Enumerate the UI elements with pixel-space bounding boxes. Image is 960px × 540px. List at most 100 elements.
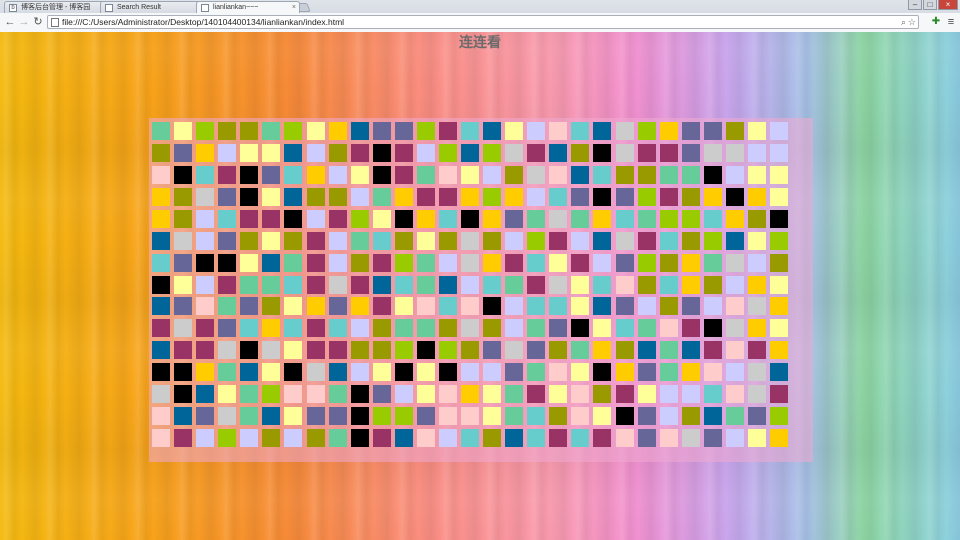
game-tile[interactable] <box>394 231 413 250</box>
game-tile[interactable] <box>659 297 678 316</box>
game-tile[interactable] <box>725 165 744 184</box>
game-tile[interactable] <box>306 275 325 294</box>
game-tile[interactable] <box>483 275 502 294</box>
game-tile[interactable] <box>527 209 546 228</box>
game-tile[interactable] <box>152 297 170 316</box>
tab-close-icon[interactable]: × <box>292 2 296 13</box>
game-tile[interactable] <box>218 275 237 294</box>
game-tile[interactable] <box>306 143 325 162</box>
game-tile[interactable] <box>637 165 656 184</box>
game-tile[interactable] <box>747 275 766 294</box>
game-tile[interactable] <box>571 297 590 316</box>
game-tile[interactable] <box>637 385 656 404</box>
game-tile[interactable] <box>218 253 237 272</box>
game-tile[interactable] <box>593 231 612 250</box>
game-tile[interactable] <box>770 407 788 426</box>
game-tile[interactable] <box>483 385 502 404</box>
game-tile[interactable] <box>527 187 546 206</box>
puzzle-icon[interactable]: ✚ <box>930 16 942 28</box>
game-tile[interactable] <box>505 407 524 426</box>
game-tile[interactable] <box>593 253 612 272</box>
game-tile[interactable] <box>438 385 457 404</box>
game-tile[interactable] <box>770 297 788 316</box>
game-tile[interactable] <box>152 122 170 140</box>
game-tile[interactable] <box>372 275 391 294</box>
game-tile[interactable] <box>659 187 678 206</box>
game-tile[interactable] <box>725 231 744 250</box>
game-tile[interactable] <box>350 275 369 294</box>
game-tile[interactable] <box>218 165 237 184</box>
game-tile[interactable] <box>615 275 634 294</box>
game-tile[interactable] <box>483 407 502 426</box>
game-tile[interactable] <box>549 407 568 426</box>
game-tile[interactable] <box>681 253 700 272</box>
game-tile[interactable] <box>372 319 391 338</box>
game-tile[interactable] <box>527 122 546 140</box>
game-tile[interactable] <box>372 363 391 382</box>
game-tile[interactable] <box>725 122 744 140</box>
game-tile[interactable] <box>328 165 347 184</box>
game-tile[interactable] <box>549 385 568 404</box>
game-tile[interactable] <box>659 275 678 294</box>
game-tile[interactable] <box>394 209 413 228</box>
game-tile[interactable] <box>659 209 678 228</box>
game-tile[interactable] <box>770 187 788 206</box>
game-tile[interactable] <box>659 253 678 272</box>
game-tile[interactable] <box>549 122 568 140</box>
game-tile[interactable] <box>615 297 634 316</box>
game-tile[interactable] <box>703 165 722 184</box>
game-tile[interactable] <box>571 385 590 404</box>
game-tile[interactable] <box>747 407 766 426</box>
game-tile[interactable] <box>394 165 413 184</box>
game-tile[interactable] <box>416 253 435 272</box>
game-tile[interactable] <box>416 231 435 250</box>
game-tile[interactable] <box>350 363 369 382</box>
game-tile[interactable] <box>483 209 502 228</box>
game-tile[interactable] <box>152 407 170 426</box>
game-tile[interactable] <box>549 165 568 184</box>
game-tile[interactable] <box>770 209 788 228</box>
game-tile[interactable] <box>593 187 612 206</box>
game-tile[interactable] <box>350 122 369 140</box>
game-tile[interactable] <box>394 429 413 447</box>
game-tile[interactable] <box>174 319 193 338</box>
game-tile[interactable] <box>218 297 237 316</box>
game-tile[interactable] <box>505 122 524 140</box>
game-tile[interactable] <box>747 297 766 316</box>
game-tile[interactable] <box>681 231 700 250</box>
game-tile[interactable] <box>328 143 347 162</box>
game-tile[interactable] <box>174 143 193 162</box>
game-tile[interactable] <box>438 143 457 162</box>
game-tile[interactable] <box>218 187 237 206</box>
game-tile[interactable] <box>306 209 325 228</box>
game-tile[interactable] <box>328 429 347 447</box>
game-tile[interactable] <box>262 231 281 250</box>
game-tile[interactable] <box>770 122 788 140</box>
game-tile[interactable] <box>262 407 281 426</box>
game-tile[interactable] <box>174 231 193 250</box>
game-tile[interactable] <box>438 275 457 294</box>
game-tile[interactable] <box>615 363 634 382</box>
game-tile[interactable] <box>196 363 215 382</box>
game-tile[interactable] <box>681 319 700 338</box>
game-tile[interactable] <box>328 341 347 360</box>
game-tile[interactable] <box>262 275 281 294</box>
game-tile[interactable] <box>196 122 215 140</box>
tab-blog-admin[interactable]: b 博客后台管理 - 博客园 × <box>4 1 108 13</box>
game-tile[interactable] <box>770 231 788 250</box>
game-tile[interactable] <box>549 275 568 294</box>
game-tile[interactable] <box>505 275 524 294</box>
game-tile[interactable] <box>438 165 457 184</box>
game-tile[interactable] <box>240 429 259 447</box>
game-tile[interactable] <box>615 253 634 272</box>
game-tile[interactable] <box>703 275 722 294</box>
game-tile[interactable] <box>240 275 259 294</box>
game-tile[interactable] <box>703 385 722 404</box>
game-tile[interactable] <box>284 231 303 250</box>
game-tile[interactable] <box>593 275 612 294</box>
game-tile[interactable] <box>637 187 656 206</box>
game-tile[interactable] <box>461 165 479 184</box>
game-tile[interactable] <box>306 429 325 447</box>
game-tile[interactable] <box>174 407 193 426</box>
game-tile[interactable] <box>483 319 502 338</box>
